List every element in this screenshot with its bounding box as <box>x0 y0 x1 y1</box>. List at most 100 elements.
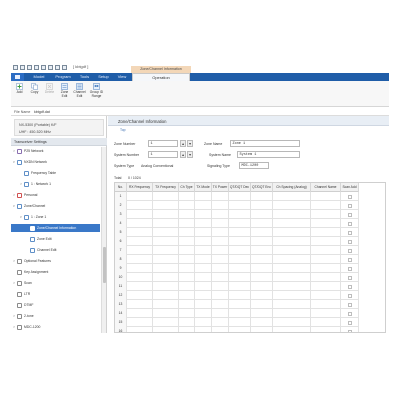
grid-cell[interactable] <box>127 291 153 300</box>
grid-cell[interactable] <box>212 300 229 309</box>
tree-item[interactable]: LTR <box>11 290 100 298</box>
chevron-right-icon[interactable]: > <box>13 314 16 319</box>
grid-cell[interactable] <box>179 237 195 246</box>
scan-add-checkbox[interactable] <box>348 302 352 307</box>
grid-cell[interactable] <box>251 192 273 201</box>
grid-cell[interactable] <box>251 201 273 210</box>
grid-column-header[interactable]: Channel Name <box>311 183 341 192</box>
grid-cell[interactable] <box>229 318 251 327</box>
grid-column-header[interactable]: TX Frequency <box>153 183 179 192</box>
table-row[interactable]: 16 <box>115 327 359 332</box>
table-row[interactable]: 14 <box>115 309 359 318</box>
tree-scrollbar[interactable] <box>101 147 106 333</box>
table-row[interactable]: 6 <box>115 237 359 246</box>
scan-add-checkbox[interactable] <box>348 248 352 253</box>
system-name-input[interactable]: System 1 <box>237 151 300 158</box>
grid-cell[interactable] <box>311 219 341 228</box>
grid-cell[interactable] <box>251 210 273 219</box>
grid-cell[interactable] <box>229 282 251 291</box>
table-row[interactable]: 7 <box>115 246 359 255</box>
tab-setup[interactable]: Setup <box>95 73 112 81</box>
tree-item[interactable]: Frequency Table <box>11 169 100 177</box>
scan-add-checkbox[interactable] <box>348 275 352 280</box>
grid-cell[interactable] <box>311 210 341 219</box>
grid-cell[interactable] <box>195 246 212 255</box>
chevron-right-icon[interactable] <box>13 292 16 297</box>
grid-cell[interactable] <box>311 309 341 318</box>
table-row[interactable]: 4 <box>115 219 359 228</box>
grid-column-header[interactable]: Ch Type <box>179 183 195 192</box>
grid-cell[interactable] <box>273 327 311 332</box>
grid-cell[interactable] <box>212 273 229 282</box>
grid-cell[interactable] <box>153 237 179 246</box>
read-icon[interactable] <box>41 65 46 70</box>
grid-cell[interactable] <box>195 192 212 201</box>
grid-cell[interactable] <box>229 246 251 255</box>
grid-column-header[interactable]: Ch Spacing (Analog) <box>273 183 311 192</box>
grid-cell[interactable] <box>251 300 273 309</box>
grid-cell[interactable] <box>153 318 179 327</box>
open-file-icon[interactable] <box>27 65 32 70</box>
grid-cell[interactable] <box>127 318 153 327</box>
grid-cell[interactable] <box>179 309 195 318</box>
grid-cell[interactable] <box>251 273 273 282</box>
grid-cell[interactable] <box>195 282 212 291</box>
grid-cell[interactable] <box>229 327 251 332</box>
grid-column-header[interactable]: TX Mode <box>195 183 212 192</box>
system-number-input[interactable]: 1 <box>148 151 178 158</box>
grid-cell[interactable] <box>179 327 195 332</box>
grid-cell[interactable] <box>127 192 153 201</box>
grid-cell[interactable] <box>127 255 153 264</box>
grid-cell[interactable] <box>229 228 251 237</box>
new-file-icon[interactable] <box>20 65 25 70</box>
scan-add-checkbox[interactable] <box>348 212 352 217</box>
grid-cell[interactable] <box>179 264 195 273</box>
grid-cell[interactable] <box>127 201 153 210</box>
grid-cell[interactable] <box>195 309 212 318</box>
grid-cell[interactable] <box>179 219 195 228</box>
copy-button[interactable]: Copy <box>28 83 41 105</box>
scan-add-checkbox[interactable] <box>348 284 352 289</box>
grid-cell[interactable] <box>153 327 179 332</box>
grid-cell[interactable] <box>251 327 273 332</box>
tree-item[interactable]: Channel Edit <box>11 246 100 254</box>
tab-operation[interactable]: Operation <box>132 73 190 81</box>
tree-item[interactable]: > Personal <box>11 191 100 199</box>
grid-cell[interactable] <box>229 264 251 273</box>
scan-add-checkbox[interactable] <box>348 230 352 235</box>
tree-item[interactable]: >2-tone <box>11 312 100 320</box>
table-row[interactable]: 2 <box>115 201 359 210</box>
grid-cell[interactable] <box>212 255 229 264</box>
grid-cell[interactable] <box>195 327 212 332</box>
grid-cell[interactable] <box>195 237 212 246</box>
grid-cell[interactable] <box>179 210 195 219</box>
grid-column-header[interactable]: TX Power <box>212 183 229 192</box>
grid-cell[interactable] <box>153 219 179 228</box>
grid-cell[interactable] <box>251 255 273 264</box>
grid-cell[interactable] <box>273 219 311 228</box>
grid-cell[interactable] <box>127 300 153 309</box>
grid-cell[interactable] <box>195 228 212 237</box>
tree-item[interactable]: Zone Edit <box>11 235 100 243</box>
scan-add-checkbox[interactable] <box>348 239 352 244</box>
grid-cell[interactable] <box>311 282 341 291</box>
grid-cell[interactable] <box>311 291 341 300</box>
grid-column-header[interactable]: No. <box>115 183 127 192</box>
grid-cell[interactable] <box>229 309 251 318</box>
channel-edit-button[interactable]: Channel Edit <box>73 83 86 105</box>
grid-cell[interactable] <box>251 219 273 228</box>
grid-cell[interactable] <box>179 228 195 237</box>
table-row[interactable]: 13 <box>115 300 359 309</box>
grid-cell[interactable] <box>153 300 179 309</box>
grid-cell[interactable] <box>127 237 153 246</box>
chevron-right-icon[interactable]: > <box>20 182 23 187</box>
tree-item[interactable]: > Optional Features <box>11 257 100 265</box>
grid-cell[interactable] <box>179 192 195 201</box>
chevron-down-icon[interactable]: v <box>20 215 23 220</box>
grid-cell[interactable] <box>229 255 251 264</box>
grid-cell[interactable] <box>212 192 229 201</box>
grid-cell[interactable] <box>153 246 179 255</box>
grid-cell[interactable] <box>229 300 251 309</box>
grid-cell[interactable] <box>229 219 251 228</box>
redo-icon[interactable] <box>62 65 67 70</box>
